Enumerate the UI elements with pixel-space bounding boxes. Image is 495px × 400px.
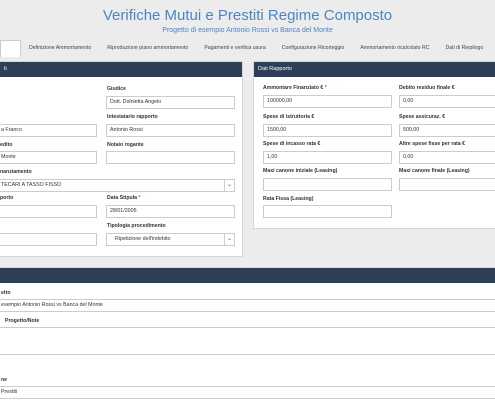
tipo-finanziamento-value: TECARI A TASSO FISSO xyxy=(1,182,62,188)
maxi-finale-label: Maxi canone finale (Leasing) xyxy=(399,168,470,174)
ammontare-label: Ammontare Finanziato € * xyxy=(263,85,327,91)
left-panel-header: ti xyxy=(0,62,242,77)
required-marker: * xyxy=(324,85,327,91)
note-progetto-textarea[interactable] xyxy=(0,327,495,355)
credito-label: edito xyxy=(0,142,13,148)
tipologia-value: Ripetizione dell'indebito xyxy=(115,236,171,242)
tipologia-select[interactable]: Ripetizione dell'indebito ⌄ xyxy=(106,233,235,246)
tab-bar: Definizione Ammortamento Riproduzione pi… xyxy=(0,40,495,57)
data-stipula-input[interactable]: 28/01/2005 xyxy=(106,205,235,218)
page-subtitle: Progetto di esempio Antonio Rossi vs Ban… xyxy=(162,27,333,34)
tab-dati-riepilogo[interactable]: Dati di Riepilogo xyxy=(438,40,492,57)
tab-riproduzione-piano[interactable]: Riproduzione piano ammortamento xyxy=(99,40,196,57)
notaio-input[interactable] xyxy=(106,151,235,164)
page-title: Verifiche Mutui e Prestiti Regime Compos… xyxy=(102,7,393,24)
incasso-input[interactable]: 1,00 xyxy=(263,151,392,164)
ammontare-input[interactable]: 100000,00 xyxy=(263,95,392,108)
rapporto-label: porto xyxy=(0,195,14,201)
finanziamento-label: nanziamento xyxy=(0,169,32,175)
notaio-label: Notaio rogante xyxy=(107,142,144,148)
tab-ammortamento-ricalcolato[interactable]: Ammortamento ricalcolato RC xyxy=(352,40,437,57)
categoria-label: ne xyxy=(1,377,8,383)
tab-active[interactable] xyxy=(0,40,21,57)
intestatario-input[interactable]: Antonio Rossi xyxy=(106,124,235,137)
tab-definizione-ammortamento[interactable]: Definizione Ammortamento xyxy=(21,40,99,57)
tab-configurazione-ricorteggio[interactable]: Configurazione Ricorteggio xyxy=(274,40,353,57)
bottom-panel: etto esempio Antonio Rossi vs Banca del … xyxy=(0,267,495,400)
left-empty-input[interactable] xyxy=(0,233,97,246)
maxi-iniziale-input[interactable] xyxy=(263,178,392,191)
data-stipula-label-text: Data Stipula xyxy=(107,195,137,201)
intestatario-label: Intestatario rapporto xyxy=(107,114,158,120)
left-panel: ti Giudice Dott. Dolnietta Angelo a Fran… xyxy=(0,61,243,257)
field-monte[interactable]: Monte xyxy=(0,151,97,164)
debito-input[interactable]: 0,00 xyxy=(399,95,495,108)
categoria-input[interactable]: Prestiti xyxy=(0,386,495,399)
assicuraz-input[interactable]: 500,00 xyxy=(399,124,495,137)
istruttoria-input[interactable]: 1500,00 xyxy=(263,124,392,137)
maxi-finale-input[interactable] xyxy=(399,178,495,191)
rata-fissa-input[interactable] xyxy=(263,205,392,218)
data-stipula-label: Data Stipula * xyxy=(107,195,140,201)
right-panel-header: Dati Rapporto xyxy=(254,62,495,77)
rata-fissa-label: Rata Fissa (Leasing) xyxy=(263,196,314,202)
incasso-label: Spese di incasso rata € xyxy=(263,141,321,147)
chevron-down-icon: ⌄ xyxy=(224,180,234,191)
field-franco[interactable]: a Franco xyxy=(0,124,97,137)
titolo-progetto-label: etto xyxy=(1,290,11,296)
tipo-finanziamento-select[interactable]: TECARI A TASSO FISSO ⌄ xyxy=(0,179,235,192)
tab-pagamenti-usura[interactable]: Pagamenti e verifica usura xyxy=(196,40,273,57)
giudice-label: Giudice xyxy=(107,86,127,92)
right-panel: Dati Rapporto Ammontare Finanziato € * D… xyxy=(253,61,495,229)
note-progetto-label: Progetto/Note xyxy=(5,318,40,324)
altre-spese-input[interactable]: 0,00 xyxy=(399,151,495,164)
bottom-panel-header xyxy=(0,268,495,283)
istruttoria-label: Spese di istruttoria € xyxy=(263,114,315,120)
rapporto-input[interactable] xyxy=(0,205,97,218)
assicuraz-label: Spese assicuraz. € xyxy=(399,114,446,120)
ammontare-label-text: Ammontare Finanziato € xyxy=(263,85,324,91)
tipologia-label: Tipologia procedimento xyxy=(107,223,166,229)
giudice-input[interactable]: Dott. Dolnietta Angelo xyxy=(106,96,235,109)
required-marker: * xyxy=(138,195,141,201)
chevron-down-icon: ⌄ xyxy=(224,234,234,245)
altre-spese-label: Altre spese fisse per rata € xyxy=(399,141,466,147)
titolo-progetto-input[interactable]: esempio Antonio Rossi vs Banca del Monte xyxy=(0,299,495,312)
debito-label: Debito residuo finale € xyxy=(399,85,455,91)
maxi-iniziale-label: Maxi canone iniziale (Leasing) xyxy=(263,168,338,174)
